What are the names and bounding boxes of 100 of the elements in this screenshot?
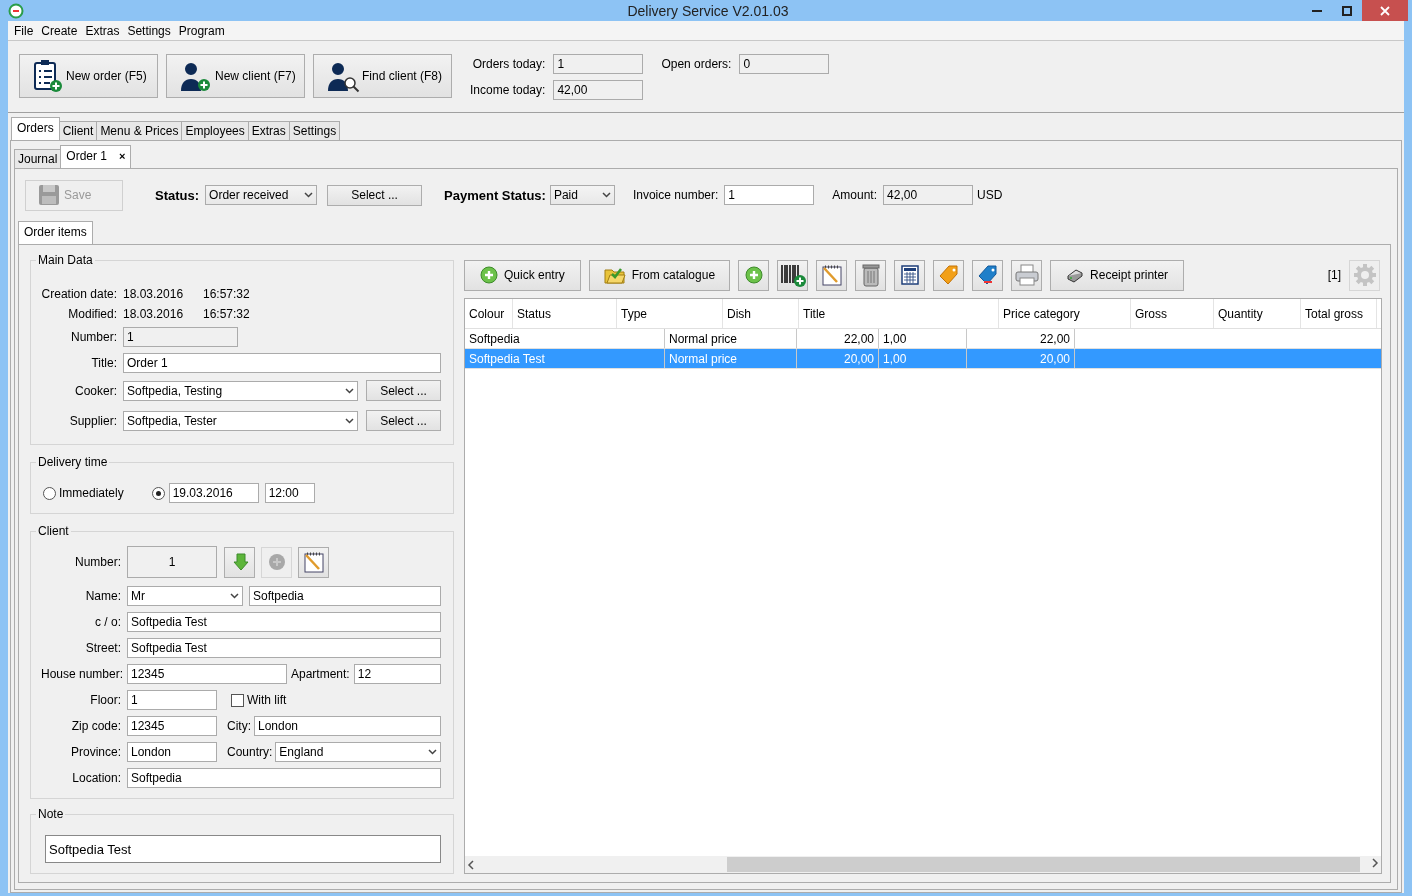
select-button[interactable]: Select ... (366, 380, 441, 401)
printer-icon (1013, 263, 1040, 287)
app-logo-icon (8, 2, 24, 19)
with-lift-checkbox[interactable]: With lift (231, 693, 287, 707)
menu-item[interactable]: Program (174, 23, 229, 38)
column-header[interactable]: Gross (1131, 299, 1214, 328)
date-text: 18.03.2016 (123, 287, 185, 301)
group-title: Main Data (37, 253, 94, 267)
column-header[interactable]: Type (617, 299, 723, 328)
client-number-field[interactable]: 1 (127, 546, 217, 578)
location-field[interactable]: Softpedia (127, 768, 441, 788)
toolbar-button[interactable]: From catalogue (588, 259, 731, 291)
immediately-radio[interactable]: Immediately (43, 486, 124, 500)
city-field[interactable]: London (254, 716, 441, 736)
amount-field[interactable]: 42,00 (883, 185, 974, 205)
date-field[interactable]: 19.03.2016 (168, 483, 259, 503)
tab[interactable]: Settings (288, 121, 341, 140)
minimize-icon (1312, 9, 1322, 12)
tab[interactable]: Employees (181, 121, 249, 140)
close-button[interactable] (1362, 0, 1408, 21)
field-label: Name: (84, 589, 121, 603)
close-icon (1380, 5, 1390, 16)
column-header[interactable]: Total gross (1301, 299, 1377, 328)
currency-label: USD (977, 188, 1003, 202)
plus-circle-icon (480, 266, 498, 284)
field-label: Creation date: (41, 287, 117, 301)
column-header[interactable]: Colour (465, 299, 513, 328)
field-label: Number: (74, 555, 121, 569)
field-label: House number: (41, 667, 121, 681)
salutation-dropdown[interactable]: Mr (127, 586, 243, 606)
plus-circle-icon (267, 553, 286, 571)
tab[interactable]: Order 1 × (60, 145, 132, 168)
province-field[interactable]: London (127, 742, 217, 762)
table-row[interactable]: Softpedia Normal price 22,00 1,00 22,00 (465, 329, 1381, 349)
amount-label: Amount: (832, 188, 878, 202)
tab[interactable]: Journal (14, 149, 62, 168)
menu-item[interactable]: File (10, 23, 38, 38)
toolbar-button[interactable]: Quick entry (464, 259, 581, 291)
scroll-left-icon (465, 858, 477, 871)
toolbar-button[interactable] (894, 259, 926, 291)
group-title: Note (37, 807, 65, 821)
chevron-down-icon (230, 593, 239, 599)
scheduled-radio[interactable] (151, 486, 165, 500)
text-field[interactable]: Softpedia Test (127, 638, 441, 658)
country-dropdown[interactable]: England (275, 742, 441, 762)
field-label: Street: (84, 641, 121, 655)
column-header[interactable]: Quantity (1214, 299, 1301, 328)
import-button[interactable] (224, 546, 255, 578)
toolbar-button[interactable]: Receipt printer (1050, 259, 1185, 291)
field-label: Cooker: (73, 383, 117, 398)
person-dropdown[interactable]: Softpedia, Tester (123, 410, 358, 431)
stat-field: 42,00 (553, 80, 644, 100)
chevron-down-icon (345, 387, 354, 394)
toolbar-button[interactable] (777, 259, 809, 291)
menu-item[interactable]: Create (37, 23, 82, 38)
trash-icon (860, 263, 881, 287)
field-label: Zip code: (70, 719, 121, 733)
chevron-down-icon (304, 192, 314, 198)
field-label: Apartment: (291, 667, 350, 681)
number-field[interactable]: 1 (123, 327, 238, 347)
note-field[interactable]: Softpedia Test (45, 835, 441, 863)
receipt-printer-icon (1066, 267, 1085, 283)
payment-status-label: Payment Status: (444, 187, 546, 203)
zip-code-field[interactable]: 12345 (127, 716, 217, 736)
settings-icon (1352, 263, 1377, 287)
text-field[interactable]: Softpedia Test (127, 612, 441, 632)
toolbar-button[interactable]: Find client (F8) (313, 54, 452, 98)
toolbar-button[interactable] (972, 259, 1004, 291)
select-button[interactable]: Select ... (327, 184, 423, 206)
name-field[interactable]: Softpedia (249, 586, 441, 606)
column-header[interactable]: Status (513, 299, 617, 328)
apartment-field[interactable]: 12 (353, 664, 441, 684)
tab[interactable]: Orders (11, 117, 60, 140)
field-label: Location: (71, 771, 121, 785)
select-button[interactable]: Select ... (366, 410, 441, 431)
horizontal-scrollbar[interactable] (465, 856, 1381, 873)
toolbar-button[interactable]: New order (F5) (19, 54, 158, 98)
tab[interactable]: Menu & Prices (96, 121, 183, 140)
table-cell: 1,00 (879, 349, 967, 368)
close-tab-icon[interactable]: × (119, 150, 126, 162)
time-text: 16:57:32 (203, 307, 250, 321)
status-dropdown[interactable]: Order received (205, 185, 318, 205)
floor-field[interactable]: 1 (127, 690, 217, 710)
time-text: 16:57:32 (203, 287, 250, 301)
invoice-number-field[interactable]: 1 (724, 185, 815, 205)
toolbar-button[interactable]: New client (F7) (166, 54, 305, 98)
house-number-field[interactable]: 12345 (127, 664, 287, 684)
edit-button[interactable] (298, 546, 329, 578)
arrow-down-icon (230, 552, 249, 572)
menu-item[interactable]: Settings (123, 23, 175, 38)
time-field[interactable]: 12:00 (264, 483, 315, 503)
menu-item[interactable]: Extras (81, 23, 124, 38)
column-header[interactable]: Price category (999, 299, 1131, 328)
column-header[interactable]: Title (799, 299, 999, 328)
tab[interactable]: Order items (18, 221, 93, 244)
payment-status-dropdown[interactable]: Paid (549, 185, 615, 205)
title-field[interactable]: Order 1 (123, 353, 441, 373)
tab[interactable]: Extras (247, 121, 290, 140)
column-header[interactable]: Dish (723, 299, 799, 328)
person-dropdown[interactable]: Softpedia, Testing (123, 380, 358, 401)
